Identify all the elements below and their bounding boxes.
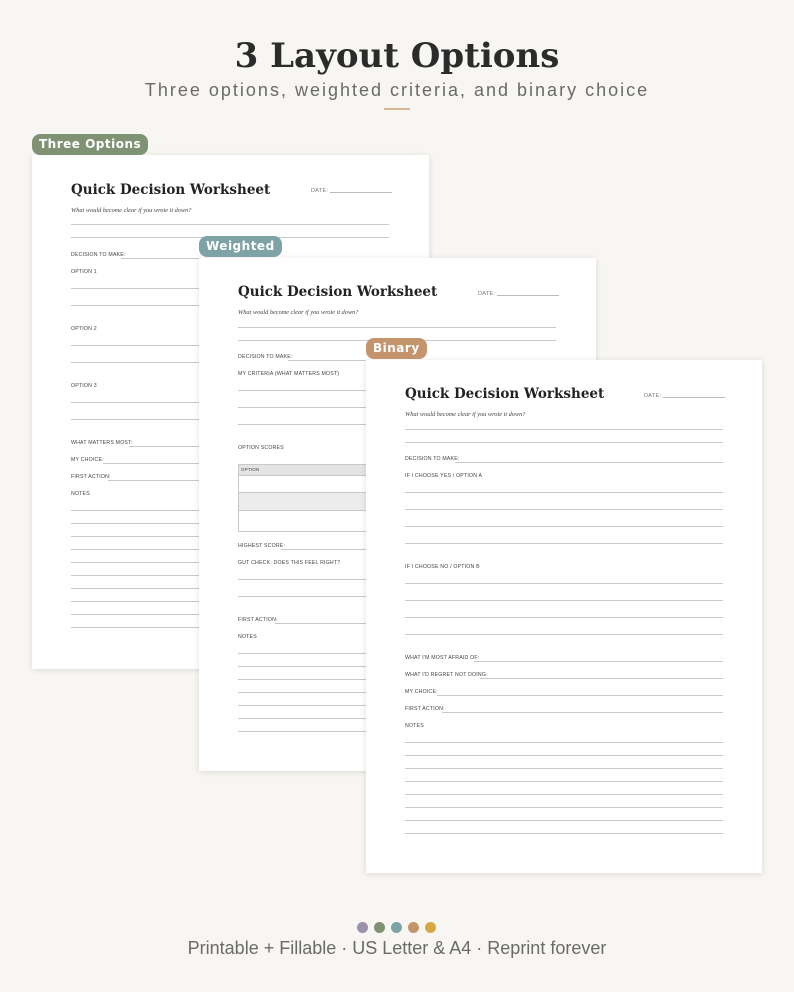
worksheet-subtitle: What would become clear if you wrote it … [405,411,526,418]
option-b-label: IF I CHOOSE NO / OPTION B [405,564,480,570]
date-field[interactable]: DATE: [478,291,559,297]
afraid-label: WHAT I'M MOST AFRAID OF: [405,655,480,661]
write-line[interactable] [405,492,723,493]
first-action-label: FIRST ACTION: [405,706,445,712]
title-divider [384,108,410,110]
worksheet-title: Quick Decision Worksheet [238,284,438,300]
table-header-option: OPTION [241,467,260,472]
write-line[interactable] [405,526,723,527]
option1-label: OPTION 1 [71,269,97,275]
notes-line[interactable] [405,781,723,782]
write-line[interactable] [405,583,723,584]
worksheet-subtitle: What would become clear if you wrote it … [238,309,359,316]
choice-label: MY CHOICE: [405,689,438,695]
worksheet-title: Quick Decision Worksheet [71,182,271,198]
tag-three-options: Three Options [32,134,149,155]
palette-dot-tan [408,922,419,933]
page-subtitle: Three options, weighted criteria, and bi… [144,80,650,100]
decision-label: DECISION TO MAKE: [238,354,293,360]
first-action-line[interactable] [442,712,723,713]
write-line[interactable] [405,442,723,443]
write-line[interactable] [405,634,723,635]
page-title: 3 Layout Options [234,36,560,76]
write-line[interactable] [405,509,723,510]
highest-score-label: HIGHEST SCORE: [238,543,286,549]
write-line[interactable] [405,429,723,430]
decision-label: DECISION TO MAKE: [71,252,126,258]
palette-dot-sage [374,922,385,933]
palette-dot-teal [391,922,402,933]
notes-line[interactable] [405,833,723,834]
worksheet-subtitle: What would become clear if you wrote it … [71,207,192,214]
decision-label: DECISION TO MAKE: [405,456,460,462]
worksheet-binary: Quick Decision Worksheet DATE: What woul… [366,360,762,873]
criteria-label: MY CRITERIA (WHAT MATTERS MOST) [238,371,340,377]
worksheet-title: Quick Decision Worksheet [405,386,605,402]
first-action-label: FIRST ACTION: [71,474,111,480]
write-line[interactable] [405,617,723,618]
footer-text: Printable + Fillable · US Letter & A4 · … [187,938,607,958]
scores-label: OPTION SCORES [238,445,284,451]
notes-line[interactable] [405,768,723,769]
palette-dot-lavender [357,922,368,933]
notes-line[interactable] [405,807,723,808]
gut-check-label: GUT CHECK: DOES THIS FEEL RIGHT? [238,560,341,566]
option-a-label: IF I CHOOSE YES / OPTION A [405,473,483,479]
first-action-label: FIRST ACTION: [238,617,278,623]
notes-label: NOTES [71,491,90,497]
write-line[interactable] [71,224,389,225]
option3-label: OPTION 3 [71,383,97,389]
tag-binary: Binary [366,338,427,359]
notes-line[interactable] [405,742,723,743]
notes-line[interactable] [405,755,723,756]
write-line[interactable] [405,600,723,601]
choice-line[interactable] [437,695,723,696]
notes-line[interactable] [405,794,723,795]
regret-line[interactable] [480,678,723,679]
write-line[interactable] [238,327,556,328]
notes-line[interactable] [405,820,723,821]
choice-label: MY CHOICE: [71,457,104,463]
date-field[interactable]: DATE: [644,393,725,399]
notes-label: NOTES [238,634,257,640]
regret-label: WHAT I'D REGRET NOT DOING: [405,672,488,678]
write-line[interactable] [405,543,723,544]
palette-dot-gold [425,922,436,933]
matters-label: WHAT MATTERS MOST: [71,440,133,446]
date-field[interactable]: DATE: [311,188,392,194]
option2-label: OPTION 2 [71,326,97,332]
notes-label: NOTES [405,723,424,729]
tag-weighted: Weighted [199,236,282,257]
decision-line[interactable] [455,462,723,463]
afraid-line[interactable] [474,661,723,662]
